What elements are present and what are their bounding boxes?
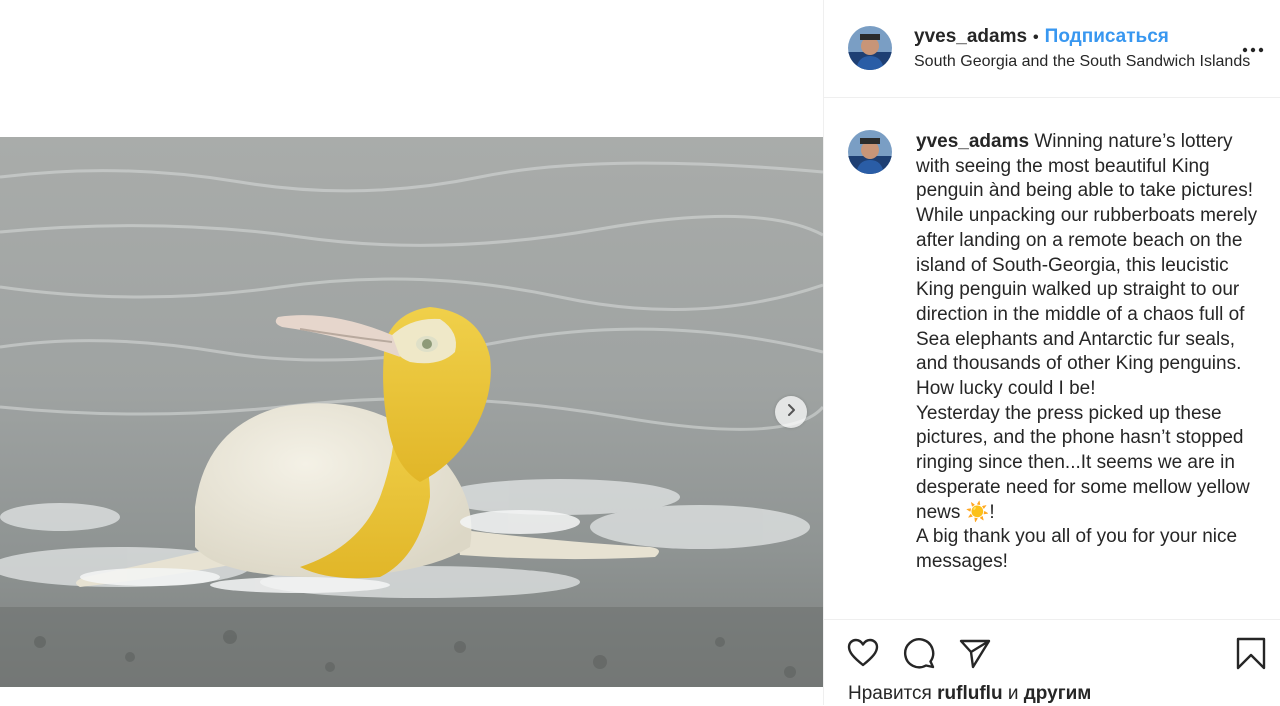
chevron-right-icon [784,403,798,422]
sun-emoji: ☀️ [965,501,990,523]
comments-area: yves_adams Winning nature’s lottery with… [824,98,1280,618]
share-button[interactable] [958,636,992,670]
username-link[interactable]: yves_adams [914,26,1027,47]
caption-text-2-end: ! [989,501,995,523]
location-link[interactable]: South Georgia and the South Sandwich Isl… [914,53,1254,71]
post-photo-penguin[interactable] [0,137,823,687]
avatar[interactable] [848,130,892,174]
more-options-button[interactable] [1241,38,1265,58]
header-user-line: yves_adams • Подписаться [914,26,1169,48]
post-media [0,0,823,705]
caption-paragraph-2: Yesterday the press picked up these pict… [916,402,1271,526]
save-button[interactable] [1234,636,1268,670]
caption-paragraph-1: yves_adams Winning nature’s lottery with… [916,130,1271,402]
share-icon [958,636,992,670]
likes-middle: и [1002,683,1024,704]
separator-dot: • [1033,29,1039,46]
avatar[interactable] [848,26,892,70]
caption-text-1: Winning nature’s lottery with seeing the… [916,131,1258,400]
next-photo-button[interactable] [775,396,807,428]
post-side-panel: yves_adams • Подписаться South Georgia and… [823,0,1280,705]
follow-button[interactable]: Подписаться [1045,26,1169,47]
like-button[interactable] [846,636,880,670]
post-header: yves_adams • Подписаться South Georgia and… [824,0,1280,98]
likes-summary: Нравится rufluflu и другим [848,683,1091,705]
caption-username-link[interactable]: yves_adams [916,131,1029,152]
comment-icon [902,636,936,670]
others-link[interactable]: другим [1024,683,1092,704]
bookmark-icon [1234,636,1268,670]
action-bar: Нравится rufluflu и другим [824,619,1280,706]
likes-prefix: Нравится [848,683,938,704]
penguin-photo-illustration [0,137,823,687]
post-caption: yves_adams Winning nature’s lottery with… [916,130,1271,575]
liker-username-link[interactable]: rufluflu [937,683,1002,704]
more-horizontal-icon [1241,45,1265,62]
heart-icon [846,636,880,670]
comment-button[interactable] [902,636,936,670]
caption-paragraph-3: A big thank you all of you for your nice… [916,526,1238,572]
